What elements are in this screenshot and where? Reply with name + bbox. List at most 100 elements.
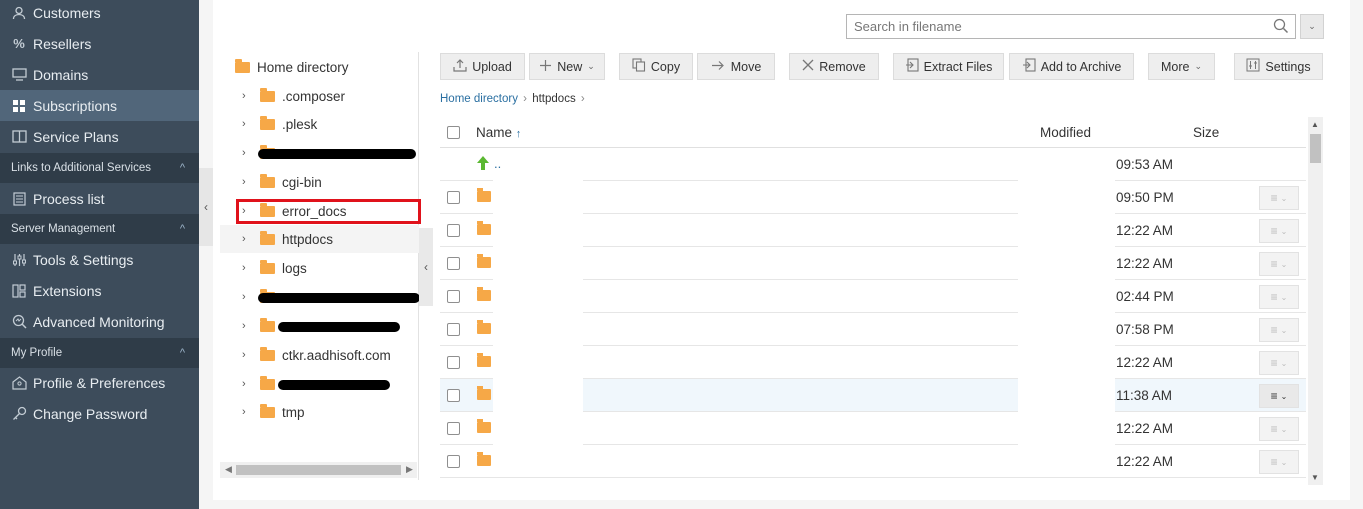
chevron-right-icon[interactable]: ›	[242, 118, 256, 130]
nav-extensions[interactable]: Extensions	[0, 275, 199, 306]
nav-tools-settings[interactable]: Tools & Settings	[0, 244, 199, 275]
upload-button[interactable]: Upload	[440, 53, 525, 80]
chevron-right-icon[interactable]: ›	[242, 262, 256, 274]
search-icon[interactable]	[1273, 18, 1289, 37]
new-button[interactable]: New ⌄	[529, 53, 605, 80]
scroll-right-icon[interactable]: ▶	[406, 464, 413, 475]
chevron-left-icon: ‹	[204, 200, 208, 214]
row-menu-button[interactable]: ≡ ⌄	[1259, 351, 1299, 375]
scrollbar-thumb[interactable]	[1310, 134, 1321, 163]
remove-button[interactable]: Remove	[789, 53, 879, 80]
scroll-up-icon[interactable]: ▲	[1311, 120, 1319, 129]
add-to-archive-label: Add to Archive	[1040, 59, 1122, 74]
scroll-down-icon[interactable]: ▼	[1311, 473, 1319, 482]
tree-horizontal-scrollbar[interactable]: ◀ ▶	[220, 462, 417, 478]
modified-time: 02:44 PM	[1116, 289, 1174, 304]
row-menu-button[interactable]: ≡ ⌄	[1259, 384, 1299, 408]
column-modified-header[interactable]: Modified	[1040, 125, 1091, 140]
chevron-left-icon: ‹	[424, 260, 428, 274]
nav-advanced-monitoring[interactable]: Advanced Monitoring	[0, 306, 199, 337]
modified-time: 12:22 AM	[1116, 454, 1174, 469]
chevron-right-icon[interactable]: ›	[242, 291, 256, 303]
scrollbar-thumb[interactable]	[236, 465, 401, 475]
chevron-right-icon[interactable]: ›	[242, 349, 256, 361]
row-checkbox[interactable]	[447, 422, 460, 435]
row-checkbox[interactable]	[447, 191, 460, 204]
tree-item[interactable]: › .plesk	[220, 110, 419, 138]
book-icon	[10, 128, 28, 146]
modified-time: 09:53 AM	[1116, 157, 1174, 172]
scroll-left-icon[interactable]: ◀	[225, 464, 232, 475]
chevron-down-icon: ⌄	[1280, 292, 1288, 302]
copy-button[interactable]: Copy	[619, 53, 693, 80]
tree-item[interactable]: › httpdocs	[220, 225, 419, 253]
row-menu-button[interactable]: ≡ ⌄	[1259, 186, 1299, 210]
add-to-archive-button[interactable]: Add to Archive	[1009, 53, 1134, 80]
section-server-management[interactable]: Server Management ^	[0, 214, 199, 244]
section-server-label: Server Management	[11, 223, 116, 235]
row-menu-button[interactable]: ≡ ⌄	[1259, 318, 1299, 342]
breadcrumb-home-link[interactable]: Home directory	[440, 93, 518, 105]
chevron-right-icon[interactable]: ›	[242, 406, 256, 418]
row-menu-button[interactable]: ≡ ⌄	[1259, 285, 1299, 309]
folder-icon	[260, 317, 275, 332]
nav-process-list[interactable]: Process list	[0, 183, 199, 214]
nav-change-password[interactable]: Change Password	[0, 398, 199, 429]
section-links-additional-services[interactable]: Links to Additional Services ^	[0, 153, 199, 183]
tree-collapse-button[interactable]: ‹	[419, 228, 433, 306]
move-button[interactable]: Move	[697, 53, 775, 80]
folder-icon	[260, 403, 275, 418]
breadcrumb-separator-icon: ›	[580, 93, 585, 105]
search-input[interactable]: Search in filename	[846, 14, 1296, 39]
row-checkbox[interactable]	[447, 356, 460, 369]
modified-time: 07:58 PM	[1116, 322, 1174, 337]
tree-item[interactable]: › tmp	[220, 398, 419, 426]
parent-directory-link[interactable]: ..	[494, 156, 501, 171]
row-checkbox[interactable]	[447, 389, 460, 402]
chevron-down-icon: ⌄	[1280, 424, 1288, 434]
new-label: New	[557, 59, 583, 74]
row-checkbox[interactable]	[447, 257, 460, 270]
settings-button[interactable]: Settings	[1234, 53, 1323, 80]
sidebar-collapse-button[interactable]: ‹	[199, 168, 213, 246]
tree-item[interactable]: › cgi-bin	[220, 168, 419, 196]
nav-resellers[interactable]: % Resellers	[0, 28, 199, 59]
row-menu-button[interactable]: ≡ ⌄	[1259, 450, 1299, 474]
row-checkbox[interactable]	[447, 290, 460, 303]
tree-item[interactable]: › ctkr.aadhisoft.com	[220, 341, 419, 369]
nav-service-plans[interactable]: Service Plans	[0, 121, 199, 152]
row-checkbox[interactable]	[447, 323, 460, 336]
nav-customers[interactable]: Customers	[0, 0, 199, 28]
tree-root[interactable]: Home directory	[220, 53, 419, 81]
table-vertical-scrollbar[interactable]: ▲ ▼	[1308, 117, 1323, 485]
breadcrumb-current[interactable]: httpdocs	[532, 93, 575, 105]
column-size-header[interactable]: Size	[1193, 125, 1219, 140]
chevron-right-icon[interactable]: ›	[242, 320, 256, 332]
chevron-right-icon[interactable]: ›	[242, 233, 256, 245]
row-menu-button[interactable]: ≡ ⌄	[1259, 219, 1299, 243]
tree-item[interactable]: › .composer	[220, 82, 419, 110]
tree-item[interactable]: › logs	[220, 254, 419, 282]
move-label: Move	[730, 59, 762, 74]
chevron-right-icon[interactable]: ›	[242, 147, 256, 159]
parent-directory-row[interactable]: .. 09:53 AM	[440, 148, 1306, 181]
nav-domains[interactable]: Domains	[0, 59, 199, 90]
row-checkbox[interactable]	[447, 455, 460, 468]
row-checkbox[interactable]	[447, 224, 460, 237]
more-button[interactable]: More ⌄	[1148, 53, 1215, 80]
chevron-right-icon[interactable]: ›	[242, 90, 256, 102]
section-my-profile[interactable]: My Profile ^	[0, 338, 199, 368]
key-icon	[10, 405, 28, 423]
nav-profile-preferences[interactable]: Profile & Preferences	[0, 367, 199, 398]
column-name-header[interactable]: Name ↑	[476, 125, 521, 140]
row-menu-button[interactable]: ≡ ⌄	[1259, 252, 1299, 276]
extract-files-button[interactable]: Extract Files	[893, 53, 1004, 80]
chevron-right-icon[interactable]: ›	[242, 176, 256, 188]
select-all-checkbox[interactable]	[447, 126, 460, 139]
hamburger-icon: ≡	[1270, 356, 1278, 370]
search-options-button[interactable]: ⌄	[1300, 14, 1324, 39]
row-menu-button[interactable]: ≡ ⌄	[1259, 417, 1299, 441]
chevron-right-icon[interactable]: ›	[242, 378, 256, 390]
copy-icon	[632, 58, 646, 75]
nav-subscriptions[interactable]: Subscriptions	[0, 90, 199, 121]
